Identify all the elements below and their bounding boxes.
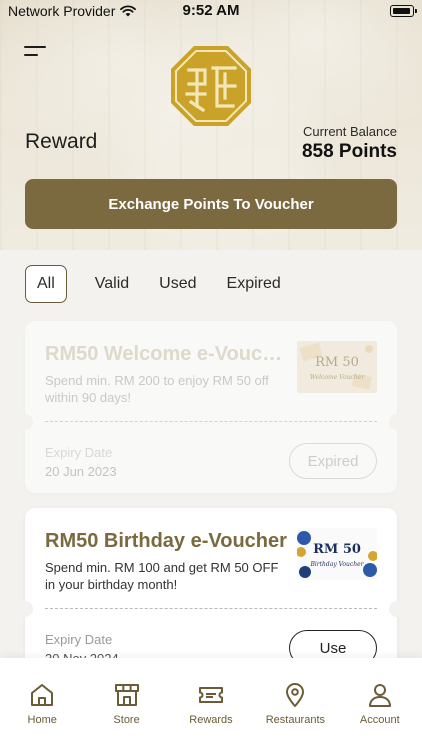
- voucher-card-welcome[interactable]: RM50 Welcome e-Voucher Spend min. RM 200…: [17, 321, 405, 493]
- menu-button[interactable]: [24, 44, 48, 60]
- nav-item-home[interactable]: Home: [0, 658, 84, 750]
- voucher-thumb-label: Welcome Voucher: [310, 374, 365, 381]
- home-icon: [31, 684, 54, 706]
- nav-label: Restaurants: [265, 714, 326, 726]
- voucher-description: Spend min. RM 100 and get RM 50 OFF in y…: [45, 560, 279, 592]
- ticket-notch: [17, 414, 33, 430]
- ticket-divider: [45, 421, 377, 422]
- tab-expired[interactable]: Expired: [215, 265, 293, 303]
- expiry-date: 20 Jun 2023: [45, 464, 117, 479]
- battery-icon: [390, 5, 417, 17]
- menu-line: [24, 54, 38, 56]
- ticket-notch: [17, 601, 33, 617]
- nav-item-restaurants[interactable]: Restaurants: [253, 658, 337, 750]
- nav-item-store[interactable]: Store: [85, 658, 169, 750]
- voucher-title: RM50 Welcome e-Voucher: [45, 343, 290, 365]
- filter-tabs: All Valid Used Expired: [25, 265, 293, 303]
- location-pin-icon: [286, 683, 305, 707]
- voucher-thumb-amount: RM 50: [313, 542, 361, 557]
- voucher-thumbnail: RM 50 Birthday Voucher: [297, 528, 377, 580]
- store-icon: [114, 684, 139, 706]
- balance-value: 858 Points: [301, 141, 397, 162]
- ticket-icon: [198, 687, 223, 703]
- exchange-points-button[interactable]: Exchange Points To Voucher: [25, 179, 397, 229]
- menu-line: [24, 46, 46, 48]
- voucher-thumb-label: Birthday Voucher: [309, 561, 364, 568]
- bottom-nav: Home Store Rewards Restaurants Account: [0, 658, 422, 750]
- nav-label: Store: [113, 714, 140, 726]
- expired-badge: Expired: [289, 443, 377, 479]
- nav-label: Rewards: [189, 714, 233, 726]
- balance-label: Current Balance: [303, 124, 397, 139]
- ticket-divider: [45, 608, 377, 609]
- nav-label: Account: [359, 714, 400, 726]
- nav-label: Home: [27, 714, 57, 726]
- voucher-card-birthday[interactable]: RM50 Birthday e-Voucher Spend min. RM 10…: [17, 508, 405, 668]
- voucher-thumbnail: RM 50 Welcome Voucher: [297, 341, 377, 393]
- ticket-notch: [389, 601, 405, 617]
- status-bar: Network Provider 9:52 AM: [0, 0, 422, 24]
- brand-logo: [171, 46, 251, 126]
- expiry-label: Expiry Date: [45, 632, 113, 647]
- voucher-thumb-amount: RM 50: [315, 355, 359, 370]
- ticket-notch: [389, 414, 405, 430]
- user-icon: [368, 684, 391, 707]
- nav-item-rewards[interactable]: Rewards: [169, 658, 253, 750]
- voucher-description: Spend min. RM 200 to enjoy RM 50 off wit…: [45, 373, 269, 405]
- page-title: Reward: [25, 130, 98, 153]
- tab-all[interactable]: All: [25, 265, 67, 303]
- tab-used[interactable]: Used: [147, 265, 208, 303]
- nav-item-account[interactable]: Account: [338, 658, 422, 750]
- clock: 9:52 AM: [182, 2, 240, 19]
- expiry-label: Expiry Date: [45, 445, 113, 460]
- tab-valid[interactable]: Valid: [83, 265, 141, 303]
- voucher-title: RM50 Birthday e-Voucher: [45, 530, 287, 552]
